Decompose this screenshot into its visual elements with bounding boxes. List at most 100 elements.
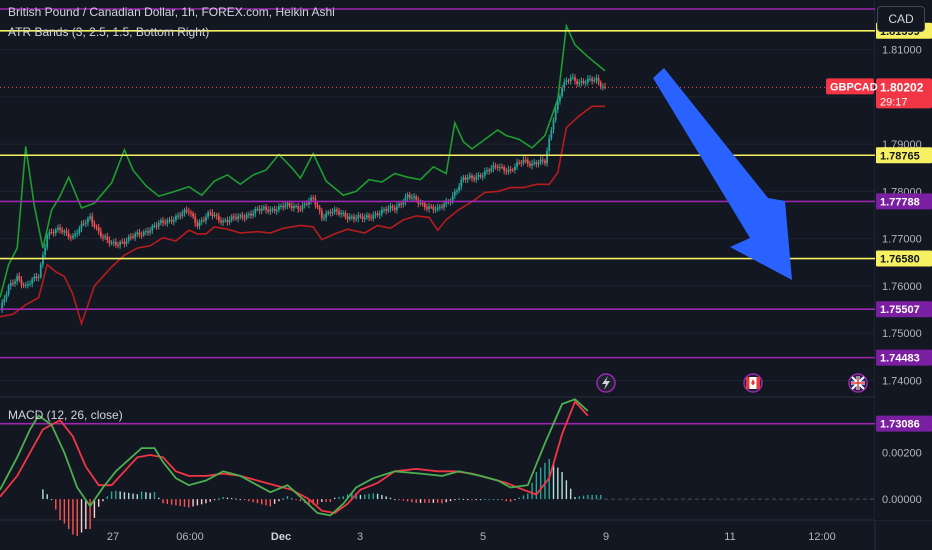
candle-body xyxy=(526,159,529,164)
candle-body xyxy=(591,78,594,81)
candle-body xyxy=(14,281,16,284)
macd-histogram-bar xyxy=(406,499,409,502)
candle-body xyxy=(406,194,409,198)
macd-histogram-bar xyxy=(329,499,332,502)
candle-body xyxy=(69,237,72,239)
candle-body xyxy=(50,231,53,233)
candle-body xyxy=(97,227,100,232)
candle-body xyxy=(462,177,465,181)
candle-body xyxy=(391,206,394,209)
macd-histogram-bar xyxy=(569,488,572,500)
macd-histogram-bar xyxy=(136,494,139,500)
macd-legend[interactable]: MACD (12, 26, close) xyxy=(8,408,123,422)
macd-histogram-bar xyxy=(552,463,555,500)
candle-body xyxy=(554,109,557,120)
level-price-label: 1.77788 xyxy=(880,196,920,208)
level-price-label: 1.75507 xyxy=(880,304,920,316)
candle-body xyxy=(481,175,484,177)
candle-body xyxy=(278,206,280,210)
candle-body xyxy=(443,203,445,208)
macd-histogram-bar xyxy=(488,499,490,501)
level-price-label: 1.76580 xyxy=(880,254,920,266)
candle-body xyxy=(11,283,14,285)
trading-chart[interactable]: 1.810001.800001.790001.780001.770001.760… xyxy=(0,0,932,550)
candle-body xyxy=(54,229,57,234)
candle-body xyxy=(535,162,538,165)
candle-body xyxy=(144,231,147,233)
candle-body xyxy=(258,208,261,211)
macd-histogram-bar xyxy=(321,499,323,502)
price-axis-label: 1.76000 xyxy=(882,281,922,293)
candle-body xyxy=(211,212,214,216)
candle-body xyxy=(160,220,162,223)
macd-histogram-bar xyxy=(162,499,164,504)
candle-body xyxy=(104,236,107,238)
candle-body xyxy=(247,213,250,215)
macd-histogram-bar xyxy=(226,497,229,500)
candle-body xyxy=(24,284,27,286)
candle-body xyxy=(157,222,160,227)
currency-button[interactable]: CAD xyxy=(877,6,925,32)
candle-body xyxy=(520,162,523,164)
candle-body xyxy=(95,226,98,228)
macd-histogram-bar xyxy=(179,499,181,507)
candle-body xyxy=(441,206,443,208)
candle-body xyxy=(282,205,285,208)
candle-body xyxy=(52,232,55,234)
macd-histogram-bar xyxy=(436,499,439,503)
candle-body xyxy=(140,234,143,236)
time-axis[interactable]: 27 06:00 Dec 3 5 9 11 12:00 xyxy=(107,531,836,543)
candle-body xyxy=(513,166,516,170)
candle-body xyxy=(245,214,248,219)
candle-body xyxy=(471,175,473,179)
down-arrow-drawing[interactable] xyxy=(653,68,792,280)
candle-body xyxy=(190,212,192,214)
macd-histogram-bar xyxy=(449,499,452,502)
candle-body xyxy=(561,87,563,96)
candle-body xyxy=(194,216,197,224)
candle-body xyxy=(250,213,252,216)
lightning-event-icon[interactable] xyxy=(596,373,616,393)
candle-body xyxy=(601,86,604,88)
macd-histogram-bar xyxy=(501,499,503,501)
event-markers[interactable] xyxy=(596,373,868,393)
candle-body xyxy=(183,209,186,213)
candle-body xyxy=(252,213,255,216)
atr-bands-legend[interactable]: ATR Bands (3, 2.5, 1.5, Bottom Right) xyxy=(8,25,209,39)
candle-body xyxy=(438,206,441,208)
macd-histogram-bar xyxy=(578,496,580,500)
candle-body xyxy=(357,215,360,219)
candle-body xyxy=(430,206,433,208)
macd-histogram-bar xyxy=(119,491,121,500)
macd-histogram-bar xyxy=(218,498,220,500)
candle-body xyxy=(586,78,589,83)
current-price-tag: GBPCAD 1.80202 29:17 xyxy=(826,78,932,109)
candle-body xyxy=(402,202,405,205)
canada-flag-icon[interactable] xyxy=(743,373,763,393)
candle-body xyxy=(127,236,130,241)
candle-body xyxy=(99,231,102,237)
macd-histogram-bar xyxy=(286,495,289,500)
candle-body xyxy=(170,219,173,222)
macd-histogram-bar xyxy=(316,499,319,505)
candle-body xyxy=(325,213,327,218)
candle-body xyxy=(243,217,246,219)
macd-histogram-bar xyxy=(140,491,143,500)
candle-body xyxy=(102,236,104,238)
arrow-shape[interactable] xyxy=(653,68,792,280)
candle-body xyxy=(529,163,531,166)
candle-body xyxy=(200,220,203,222)
symbol-tag-label: GBPCAD xyxy=(830,81,878,93)
candle-body xyxy=(202,220,205,222)
candle-body xyxy=(63,231,66,233)
grid-lines xyxy=(0,0,932,550)
candle-body xyxy=(423,203,426,208)
candle-body xyxy=(475,176,478,180)
macd-histogram-bar xyxy=(55,499,57,510)
candle-body xyxy=(479,175,482,177)
candle-body xyxy=(132,236,134,238)
candle-body xyxy=(288,203,291,206)
uk-flag-icon[interactable] xyxy=(848,373,868,393)
candle-body xyxy=(299,209,302,211)
macd-histogram-bar xyxy=(123,492,126,500)
